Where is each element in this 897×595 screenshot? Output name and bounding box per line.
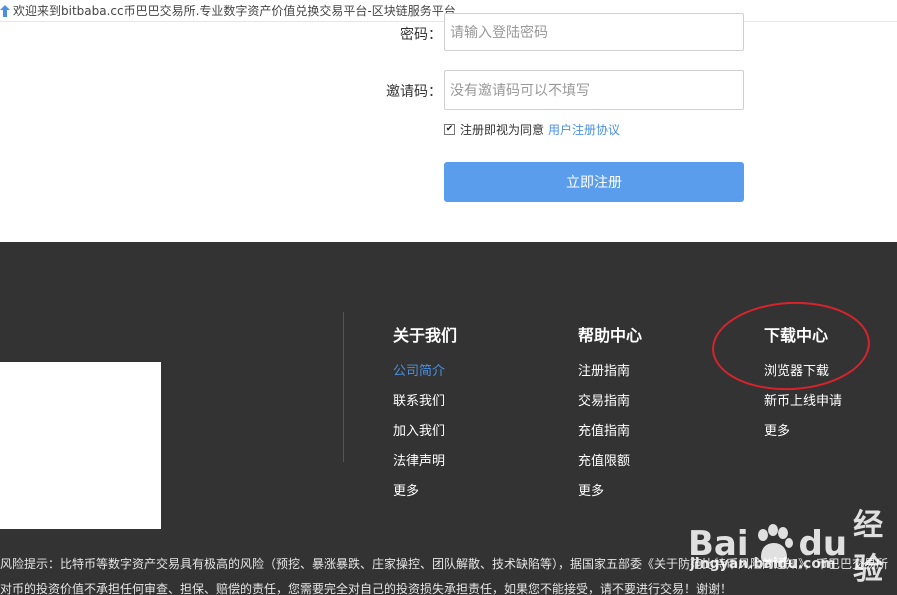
- footer-link-contact-us[interactable]: 联系我们: [393, 390, 445, 409]
- footer-link-legal[interactable]: 法律声明: [393, 450, 445, 469]
- watermark-jingyan: 经验: [853, 508, 884, 587]
- invite-code-label: 邀请码：: [386, 84, 442, 100]
- invite-code-placeholder: 没有邀请码可以不填写: [450, 83, 590, 99]
- invite-code-field[interactable]: 没有邀请码可以不填写: [444, 70, 744, 110]
- site-favicon-icon: [0, 4, 10, 17]
- footer-link-help-more[interactable]: 更多: [578, 480, 604, 499]
- password-placeholder: 请输入登陆密码: [450, 25, 548, 41]
- agree-text: 注册即视为同意: [460, 123, 545, 137]
- baidu-watermark: Bai du 经验: [688, 500, 897, 588]
- footer-link-deposit-limit[interactable]: 充值限额: [578, 450, 630, 469]
- agreement-row: ✔ 注册即视为同意 用户注册协议: [444, 121, 620, 138]
- footer-divider: [343, 312, 344, 462]
- footer-link-about-more[interactable]: 更多: [393, 480, 419, 499]
- footer-col-about-title: 关于我们: [393, 326, 458, 345]
- agree-checkbox[interactable]: ✔: [444, 124, 455, 135]
- footer-link-join-us[interactable]: 加入我们: [393, 420, 445, 439]
- footer-col-help-title: 帮助中心: [578, 326, 643, 345]
- footer-link-register-guide[interactable]: 注册指南: [578, 360, 630, 379]
- footer-link-download-more[interactable]: 更多: [764, 420, 790, 439]
- footer-link-company-intro[interactable]: 公司简介: [393, 360, 445, 379]
- password-field[interactable]: 请输入登陆密码: [444, 13, 744, 51]
- user-agreement-link[interactable]: 用户注册协议: [548, 121, 620, 138]
- qr-code-image: [0, 362, 161, 529]
- footer-link-trade-guide[interactable]: 交易指南: [578, 390, 630, 409]
- register-button[interactable]: 立即注册: [444, 162, 744, 202]
- window-title: 欢迎来到bitbaba.cc币巴巴交易所.专业数字资产价值兑换交易平台-区块链服…: [13, 4, 456, 18]
- password-label: 密码：: [400, 27, 442, 43]
- footer-link-new-coin-listing[interactable]: 新币上线申请: [764, 390, 842, 409]
- footer-link-deposit-guide[interactable]: 充值指南: [578, 420, 630, 439]
- watermark-url: jingyan.baidu.com: [690, 556, 836, 572]
